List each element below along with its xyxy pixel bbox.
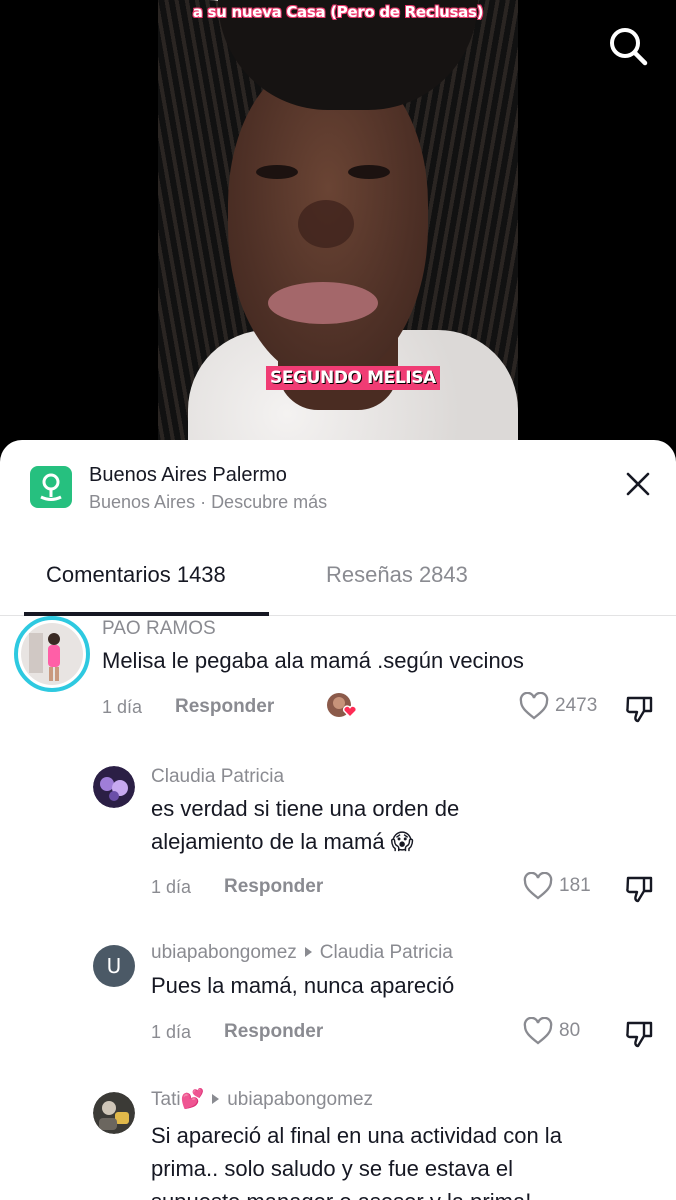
comment-text: Melisa le pegaba ala mamá .según vecinos bbox=[102, 648, 524, 673]
creator-heart-icon bbox=[327, 693, 358, 719]
reply-arrow-icon bbox=[304, 946, 312, 957]
comment-username[interactable]: Claudia Patricia bbox=[151, 766, 284, 788]
heart-icon bbox=[519, 692, 549, 720]
comment-text: Pues la mamá, nunca apareció bbox=[151, 973, 455, 998]
location-pin-icon bbox=[30, 466, 72, 508]
thumbs-down-icon bbox=[626, 876, 653, 903]
comment-text-line: es verdad si tiene una orden de bbox=[151, 796, 460, 821]
comment-reply-item: Claudia Patricia es verdad si tiene una … bbox=[0, 766, 676, 916]
reply-to-user[interactable]: Claudia Patricia bbox=[320, 942, 453, 963]
comment-date: 1 día bbox=[151, 877, 192, 897]
video-caption-line: a su nueva Casa (Pero de Reclusas) bbox=[192, 3, 484, 21]
comment-date: 1 día bbox=[151, 1022, 192, 1042]
comment-username[interactable]: ubiapabongomez Claudia Patricia bbox=[151, 942, 453, 964]
comment-text-line: supuesto manager o asesor y la prima! bbox=[151, 1185, 531, 1200]
tab-bar: Comentarios 1438 Reseñas 2843 bbox=[0, 548, 676, 616]
comments-sheet: Buenos Aires Palermo Buenos Aires · Desc… bbox=[0, 440, 676, 1200]
heart-icon bbox=[523, 1017, 553, 1045]
comment-text-line: alejamiento de la mamá 😱 bbox=[151, 829, 414, 854]
avatar[interactable] bbox=[14, 616, 90, 692]
dislike-button[interactable] bbox=[624, 1019, 654, 1049]
reply-button[interactable]: Responder bbox=[175, 696, 274, 718]
like-count: 80 bbox=[559, 1020, 581, 1041]
video-image-part bbox=[268, 282, 378, 324]
close-button[interactable] bbox=[622, 468, 654, 500]
avatar[interactable] bbox=[93, 766, 135, 808]
creator-liked-badge bbox=[326, 691, 360, 723]
dislike-button[interactable] bbox=[624, 874, 654, 904]
tab-reviews[interactable]: Reseñas 2843 bbox=[326, 562, 468, 588]
close-icon bbox=[626, 472, 650, 496]
video-player[interactable]: a su nueva Casa (Pero de Reclusas) SEGUN… bbox=[0, 0, 676, 460]
video-image-part bbox=[256, 165, 298, 179]
video-caption-bottom: SEGUNDO MELISA bbox=[266, 366, 440, 390]
comment-username[interactable]: Tati💕 ubiapabongomez bbox=[151, 1087, 373, 1111]
reply-to-user[interactable]: ubiapabongomez bbox=[227, 1089, 373, 1110]
like-count: 2473 bbox=[555, 695, 598, 716]
comment-reply-item: U ubiapabongomez Claudia Patricia Pues la… bbox=[0, 942, 676, 1065]
comment-text-line: Si apareció al final en una actividad co… bbox=[151, 1123, 562, 1148]
location-title[interactable]: Buenos Aires Palermo bbox=[89, 464, 287, 487]
avatar-image bbox=[21, 623, 83, 685]
dislike-button[interactable] bbox=[624, 694, 654, 724]
like-button[interactable]: 2473 bbox=[519, 692, 597, 720]
comment-item: PAO RAMOS Melisa le pegaba ala mamá .seg… bbox=[0, 616, 676, 746]
location-header[interactable]: Buenos Aires Palermo Buenos Aires · Desc… bbox=[0, 440, 676, 530]
avatar[interactable]: U bbox=[93, 945, 135, 987]
reply-arrow-icon bbox=[212, 1093, 220, 1104]
reply-button[interactable]: Responder bbox=[224, 876, 323, 898]
search-icon bbox=[610, 28, 648, 66]
thumbs-down-icon bbox=[626, 696, 653, 723]
location-subtitle[interactable]: Buenos Aires · Descubre más bbox=[89, 492, 327, 513]
avatar[interactable] bbox=[93, 1092, 135, 1134]
like-button[interactable]: 80 bbox=[523, 1017, 580, 1045]
avatar-image bbox=[93, 766, 135, 808]
like-button[interactable]: 181 bbox=[523, 872, 591, 900]
heart-icon bbox=[523, 872, 553, 900]
like-count: 181 bbox=[559, 875, 591, 896]
avatar-image bbox=[93, 1092, 135, 1134]
video-frame[interactable]: a su nueva Casa (Pero de Reclusas) SEGUN… bbox=[158, 0, 518, 460]
video-caption-top: a su nueva Casa (Pero de Reclusas) bbox=[190, 3, 486, 21]
comment-username[interactable]: PAO RAMOS bbox=[102, 618, 216, 640]
thumbs-down-icon bbox=[626, 1021, 653, 1048]
video-image-part bbox=[298, 200, 354, 248]
tab-comments[interactable]: Comentarios 1438 bbox=[46, 562, 226, 588]
comment-reply-item: Tati💕 ubiapabongomez Si apareció al final… bbox=[0, 1087, 676, 1200]
comment-text-line: prima.. solo saludo y se fue estava el bbox=[151, 1156, 513, 1181]
comment-author[interactable]: ubiapabongomez bbox=[151, 942, 297, 963]
comment-author[interactable]: Tati💕 bbox=[151, 1089, 204, 1110]
search-button[interactable] bbox=[608, 26, 648, 66]
reply-button[interactable]: Responder bbox=[224, 1021, 323, 1043]
video-image-part bbox=[348, 165, 390, 179]
comment-date: 1 día bbox=[102, 697, 143, 717]
